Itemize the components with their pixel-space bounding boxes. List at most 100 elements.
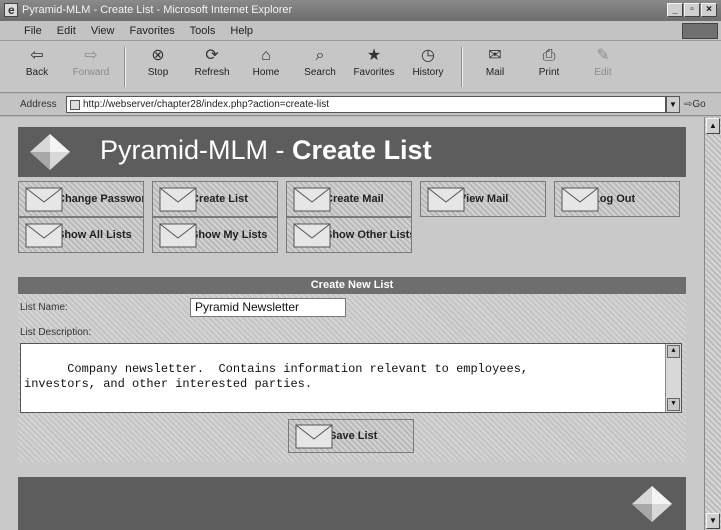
refresh-icon: ⟳ [205, 47, 219, 64]
envelope-icon [293, 187, 331, 212]
nav-button-label: Create List [191, 193, 248, 205]
close-button[interactable]: × [701, 3, 717, 17]
toolbar-separator [124, 47, 125, 87]
form-header: Create New List [18, 277, 686, 294]
list-description-label: List Description: [20, 327, 92, 338]
address-bar: Address http://webserver/chapter28/index… [0, 94, 721, 116]
go-button[interactable]: ⇨Go [684, 99, 706, 110]
nav-log-out-button[interactable]: Log Out [554, 181, 680, 217]
toolbar-label: Print [538, 67, 560, 78]
favorites-icon: ★ [366, 47, 382, 64]
envelope-icon [25, 223, 63, 248]
toolbar-label: Search [304, 67, 336, 78]
toolbar-edit-button[interactable]: ✎ Edit [580, 41, 626, 78]
toolbar-forward-button[interactable]: ⇨ Forward [68, 41, 114, 78]
nav-row-2: Show All Lists Show My Lists Show Other Li… [18, 217, 412, 253]
nav-button-label: View Mail [459, 193, 509, 205]
menu-bar: File Edit View Favorites Tools Help [0, 21, 721, 41]
save-list-button[interactable]: Save List [288, 419, 414, 453]
toolbar-label: Forward [72, 67, 110, 78]
nav-create-list-button[interactable]: Create List [152, 181, 278, 217]
envelope-icon [427, 187, 465, 212]
maximize-button[interactable]: ▫ [684, 3, 700, 17]
menu-help[interactable]: Help [230, 25, 253, 37]
toolbar-label: Stop [147, 67, 169, 78]
scroll-down-icon[interactable]: ▼ [667, 398, 680, 411]
toolbar-label: Mail [485, 67, 505, 78]
menu-tools[interactable]: Tools [190, 25, 216, 37]
address-url: http://webserver/chapter28/index.php?act… [83, 99, 329, 110]
toolbar-print-button[interactable]: ⎙ Print [526, 41, 572, 78]
toolbar-label: Refresh [194, 67, 230, 78]
toolbar-separator [461, 47, 462, 87]
nav-button-label: Create Mail [325, 193, 384, 205]
page-title: Pyramid-MLM - Create List [100, 135, 432, 165]
list-description-text: Company newsletter. Contains information… [24, 362, 529, 391]
nav-button-label: Change Password [57, 193, 144, 205]
edit-icon: ✎ [596, 47, 610, 64]
address-dropdown-button[interactable]: ▼ [666, 96, 680, 113]
scroll-up-icon[interactable]: ▲ [706, 118, 720, 134]
menu-view[interactable]: View [91, 25, 115, 37]
toolbar-refresh-button[interactable]: ⟳ Refresh [189, 41, 235, 78]
nav-button-label: Show All Lists [57, 229, 132, 241]
nav-change-password-button[interactable]: Change Password [18, 181, 144, 217]
toolbar-history-button[interactable]: ◷ History [405, 41, 451, 78]
pyramid-logo-icon [30, 134, 70, 170]
envelope-icon [293, 223, 331, 248]
page-header: Pyramid-MLM - Create List [18, 127, 686, 177]
list-description-textarea[interactable]: Company newsletter. Contains information… [20, 343, 682, 413]
home-icon: ⌂ [261, 47, 271, 64]
address-input[interactable]: http://webserver/chapter28/index.php?act… [66, 96, 666, 113]
window-title: Pyramid-MLM - Create List - Microsoft In… [22, 4, 293, 16]
toolbar-stop-button[interactable]: ⊗ Stop [135, 41, 181, 78]
page-content: Pyramid-MLM - Create List Change Passwor… [0, 117, 704, 530]
create-list-form: List Name: Pyramid Newsletter List Descr… [18, 294, 686, 462]
toolbar-label: Favorites [353, 67, 395, 78]
windows-logo-icon [682, 23, 718, 39]
nav-create-mail-button[interactable]: Create Mail [286, 181, 412, 217]
page-icon [70, 100, 80, 110]
toolbar-search-button[interactable]: ⌕ Search [297, 41, 343, 78]
minimize-button[interactable]: _ [667, 3, 683, 17]
ie-app-icon [4, 0, 18, 21]
toolbar-favorites-button[interactable]: ★ Favorites [351, 41, 397, 78]
scroll-down-icon[interactable]: ▼ [706, 513, 720, 529]
search-icon: ⌕ [315, 47, 325, 64]
mail-icon: ✉ [488, 47, 502, 64]
nav-show-all-lists-button[interactable]: Show All Lists [18, 217, 144, 253]
nav-row-1: Change Password Create List Create Mail Vie… [18, 181, 680, 217]
nav-view-mail-button[interactable]: View Mail [420, 181, 546, 217]
address-label: Address [20, 99, 57, 110]
list-name-label: List Name: [20, 302, 68, 313]
toolbar-label: Edit [594, 67, 612, 78]
menu-file[interactable]: File [24, 25, 42, 37]
back-arrow-icon: ⇦ [30, 47, 44, 64]
envelope-icon [159, 187, 197, 212]
envelope-icon [561, 187, 599, 212]
window-controls: _ ▫ × [667, 3, 717, 17]
page-scrollbar[interactable]: ▲ ▼ [704, 117, 721, 530]
scroll-up-icon[interactable]: ▲ [667, 345, 680, 358]
envelope-icon [295, 424, 333, 449]
print-icon: ⎙ [542, 47, 556, 64]
textarea-scrollbar[interactable]: ▲ ▼ [665, 344, 681, 412]
nav-button-label: Show Other Lists [325, 229, 412, 241]
menu-edit[interactable]: Edit [57, 25, 76, 37]
window-title-bar: Pyramid-MLM - Create List - Microsoft In… [0, 0, 721, 21]
page-footer [18, 477, 686, 530]
list-name-input[interactable]: Pyramid Newsletter [190, 298, 346, 317]
nav-button-label: Show My Lists [191, 229, 268, 241]
nav-show-my-lists-button[interactable]: Show My Lists [152, 217, 278, 253]
toolbar-label: History [412, 67, 444, 78]
forward-arrow-icon: ⇨ [84, 47, 98, 64]
history-icon: ◷ [421, 47, 435, 64]
toolbar-mail-button[interactable]: ✉ Mail [472, 41, 518, 78]
nav-show-other-lists-button[interactable]: Show Other Lists [286, 217, 412, 253]
toolbar-home-button[interactable]: ⌂ Home [243, 41, 289, 78]
toolbar-back-button[interactable]: ⇦ Back [14, 41, 60, 78]
browser-toolbar: ⇦ Back ⇨ Forward ⊗ Stop ⟳ Refresh ⌂ Home ⌕ Search ★ F… [0, 41, 721, 93]
envelope-icon [159, 223, 197, 248]
envelope-icon [25, 187, 63, 212]
menu-favorites[interactable]: Favorites [130, 25, 175, 37]
